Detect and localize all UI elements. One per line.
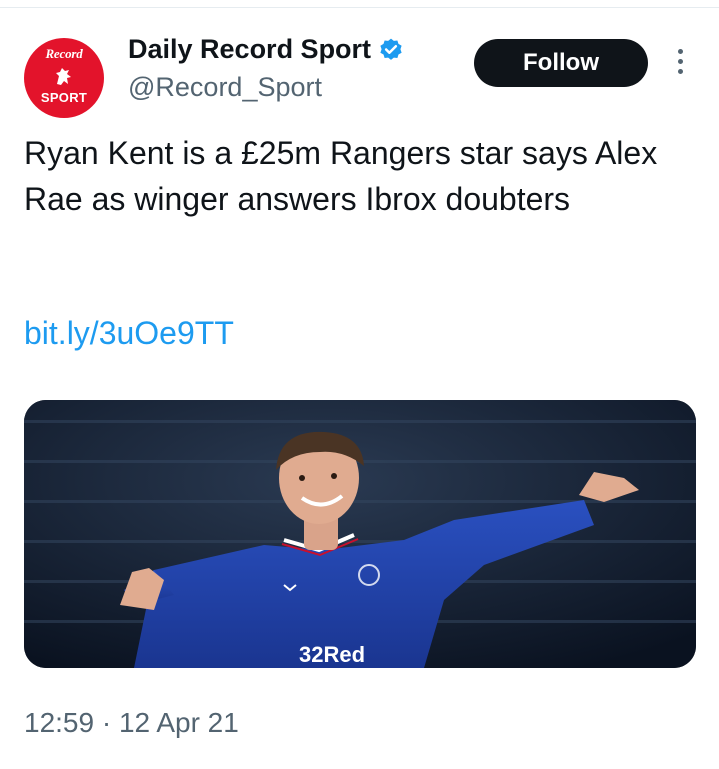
- lion-logo-icon: [56, 68, 71, 85]
- footballer-photo: 32Red: [24, 400, 696, 668]
- tweet-timestamp[interactable]: 12:59 · 12 Apr 21: [24, 707, 239, 739]
- avatar-sport-text: SPORT: [40, 90, 88, 105]
- user-handle[interactable]: @Record_Sport: [128, 72, 322, 103]
- tweet-media-image[interactable]: 32Red: [24, 400, 696, 668]
- top-divider: [0, 7, 719, 8]
- follow-button[interactable]: Follow: [474, 39, 648, 87]
- tweet-text: Ryan Kent is a £25m Rangers star says Al…: [24, 135, 658, 217]
- author-name-row: Daily Record Sport: [128, 34, 404, 65]
- more-vertical-icon[interactable]: [676, 49, 684, 77]
- verified-badge-icon: [380, 38, 402, 60]
- tweet-link[interactable]: bit.ly/3uOe9TT: [24, 315, 234, 352]
- avatar[interactable]: Record SPORT: [24, 38, 104, 118]
- display-name[interactable]: Daily Record Sport: [128, 34, 371, 65]
- shirt-sponsor-text: 32Red: [299, 642, 365, 667]
- avatar-brand-text: Record: [45, 46, 83, 61]
